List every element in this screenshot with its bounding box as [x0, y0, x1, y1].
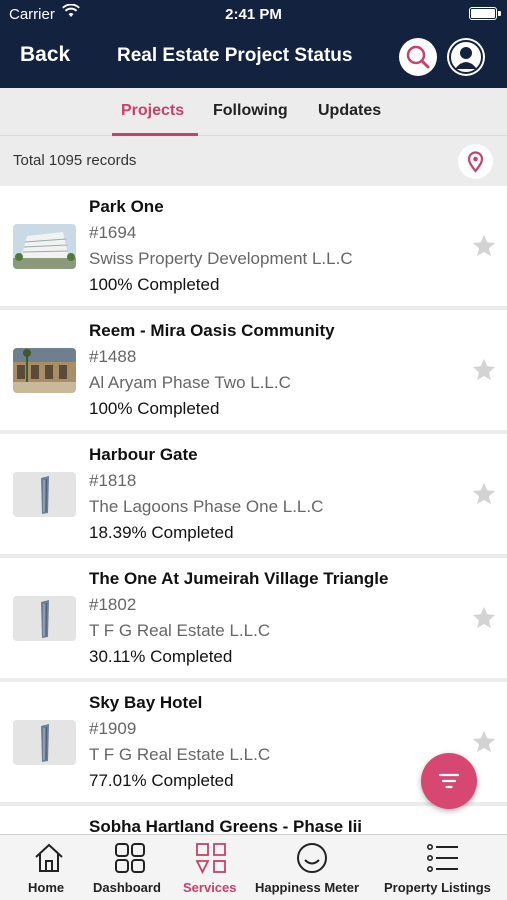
tower-placeholder-icon — [13, 596, 76, 641]
records-bar: Total 1095 records — [0, 137, 507, 185]
tower-placeholder-icon — [13, 472, 76, 517]
records-count: Total 1095 records — [13, 152, 137, 169]
developer-name: Swiss Property Development L.L.C — [89, 249, 353, 268]
completion-status: 77.01% Completed — [89, 771, 234, 790]
user-icon — [449, 40, 483, 74]
nav-dashboard-label: Dashboard — [93, 880, 161, 895]
tower-placeholder-icon — [13, 720, 76, 765]
top-bar: Carrier 2:41 PM Back Real Estate Project… — [0, 0, 507, 88]
nav-property-listings[interactable]: Property Listings — [382, 835, 507, 900]
tab-projects[interactable]: Projects — [121, 102, 184, 120]
star-icon[interactable] — [471, 233, 497, 259]
star-icon[interactable] — [471, 481, 497, 507]
project-list: Park One #1694 Swiss Property Developmen… — [0, 186, 507, 834]
nav-services-label: Services — [183, 880, 237, 895]
filter-button[interactable] — [421, 753, 477, 809]
profile-button[interactable] — [447, 38, 485, 76]
completion-status: 30.11% Completed — [89, 647, 233, 666]
project-number: #1694 — [89, 223, 137, 242]
project-number: #1488 — [89, 347, 137, 366]
battery-icon — [469, 7, 501, 20]
project-name: The One At Jumeirah Village Triangle — [89, 569, 389, 588]
developer-name: T F G Real Estate L.L.C — [89, 621, 271, 640]
nav-dashboard[interactable]: Dashboard — [90, 835, 182, 900]
nav-property-listings-label: Property Listings — [384, 880, 491, 895]
bottom-nav: Home Dashboard Services Happiness Meter … — [0, 834, 507, 900]
clock: 2:41 PM — [225, 6, 282, 23]
tab-updates[interactable]: Updates — [318, 102, 381, 120]
project-item[interactable]: Harbour Gate #1818 The Lagoons Phase One… — [0, 434, 507, 554]
project-name: Park One — [89, 197, 164, 216]
project-number: #1818 — [89, 471, 137, 490]
completion-status: 18.39% Completed — [89, 523, 234, 542]
nav-row: Back Real Estate Project Status — [0, 30, 507, 84]
page-title: Real Estate Project Status — [117, 45, 353, 66]
map-button[interactable] — [458, 144, 493, 179]
developer-name: Al Aryam Phase Two L.L.C — [89, 373, 291, 392]
smiley-icon — [297, 843, 327, 873]
project-name: Sky Bay Hotel — [89, 693, 203, 712]
home-icon — [35, 843, 63, 872]
completion-status: 100% Completed — [89, 399, 220, 418]
filter-icon — [438, 773, 460, 789]
project-name: Harbour Gate — [89, 445, 198, 464]
list-icon — [426, 843, 458, 872]
developer-name: The Lagoons Phase One L.L.C — [89, 497, 324, 516]
project-thumbnail — [13, 224, 76, 269]
nav-happiness-meter[interactable]: Happiness Meter — [253, 835, 377, 900]
project-item[interactable]: Reem - Mira Oasis Community #1488 Al Ary… — [0, 310, 507, 430]
star-icon[interactable] — [471, 729, 497, 755]
project-number: #1802 — [89, 595, 137, 614]
active-tab-indicator — [112, 133, 198, 136]
tab-following[interactable]: Following — [213, 102, 288, 120]
star-icon[interactable] — [471, 605, 497, 631]
back-button[interactable]: Back — [20, 43, 70, 67]
project-item[interactable]: Park One #1694 Swiss Property Developmen… — [0, 186, 507, 306]
completion-status: 100% Completed — [89, 275, 220, 294]
status-bar: Carrier 2:41 PM — [0, 0, 507, 30]
nav-home-label: Home — [28, 880, 65, 895]
developer-name: T F G Real Estate L.L.C — [89, 745, 271, 764]
nav-services[interactable]: Services — [180, 835, 246, 900]
dashboard-icon — [115, 843, 145, 873]
search-icon — [406, 45, 430, 69]
nav-happiness-label: Happiness Meter — [255, 880, 360, 895]
segment-tabs: Projects Following Updates — [0, 88, 507, 136]
location-pin-icon — [467, 151, 484, 173]
project-name: Reem - Mira Oasis Community — [89, 321, 335, 340]
search-button[interactable] — [399, 38, 437, 76]
project-number: #1909 — [89, 719, 137, 738]
nav-home[interactable]: Home — [0, 835, 98, 900]
project-item[interactable]: The One At Jumeirah Village Triangle #18… — [0, 558, 507, 678]
project-name: Sobha Hartland Greens - Phase Iii — [89, 817, 363, 834]
project-thumbnail — [13, 348, 76, 393]
star-icon[interactable] — [471, 357, 497, 383]
services-icon — [195, 843, 226, 875]
project-item[interactable]: Sobha Hartland Greens - Phase Iii — [0, 806, 507, 834]
